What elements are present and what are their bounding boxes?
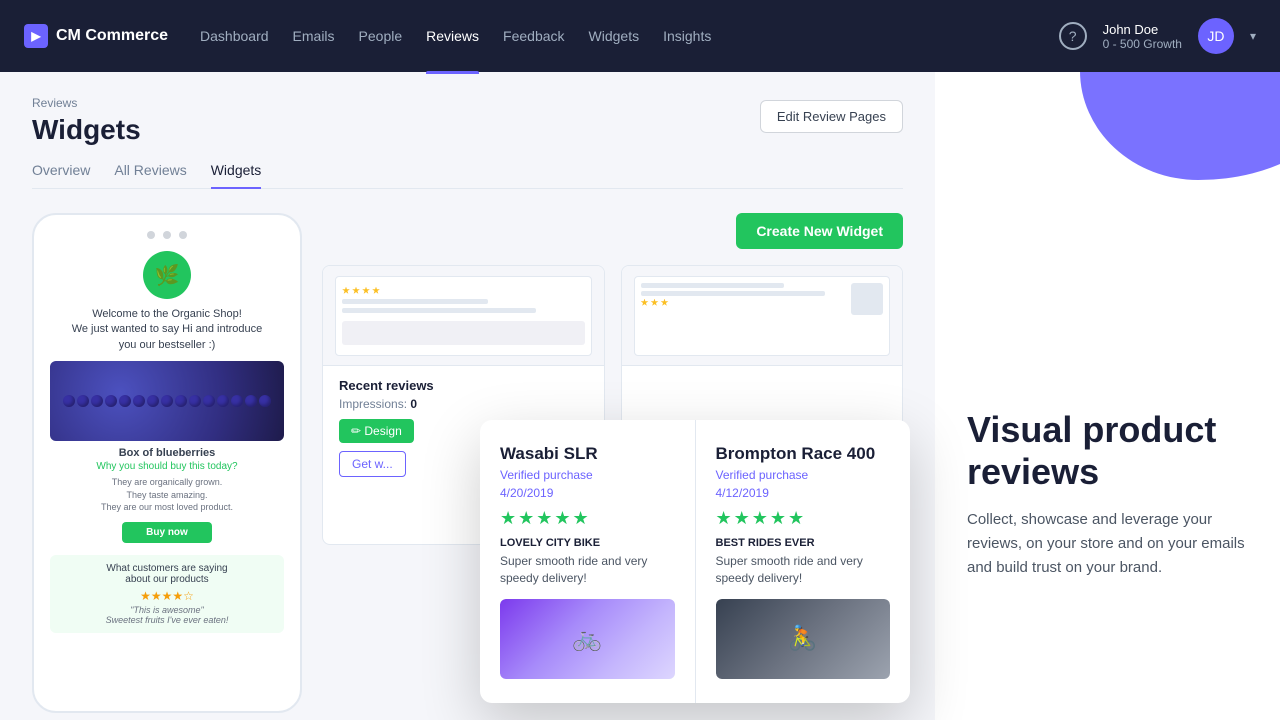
popup-card-2: Brompton Race 400 Verified purchase 4/12… [696,420,911,703]
bike-icon-1: 🚲 [572,624,602,653]
popup-review-title-1: LOVELY CITY BIKE [500,537,675,549]
logo-icon: ▶ [24,24,48,48]
avatar[interactable]: JD [1198,18,1234,54]
preview-image-placeholder [342,321,585,345]
phone-reviews-title: What customers are saying about our prod… [58,563,276,585]
create-new-widget-button[interactable]: Create New Widget [736,213,903,249]
branding-area: Visual product reviews Collect, showcase… [935,0,1280,720]
popup-image-2: 🚴 [716,599,891,679]
blueberry-background [50,361,284,441]
main-content: Reviews Widgets Edit Review Pages Overvi… [0,72,935,720]
nav-feedback[interactable]: Feedback [503,24,564,48]
popup-review-text-2: Super smooth ride and very speedy delive… [716,553,891,587]
popup-stars-2: ★★★★★ [716,508,891,529]
bike-icon-2: 🚴 [788,624,818,653]
nav-dashboard[interactable]: Dashboard [200,24,269,48]
popup-verified-2: Verified purchase [716,468,891,482]
nav-links: Dashboard Emails People Reviews Feedback… [200,24,1027,48]
popup-date-1: 4/20/2019 [500,486,675,500]
shop-welcome: Welcome to the Organic Shop!We just want… [50,307,284,353]
popup-product-2-title: Brompton Race 400 [716,444,891,464]
popup-product-1-title: Wasabi SLR [500,444,675,464]
nav-right: ? John Doe 0 - 500 Growth JD ▾ [1059,18,1256,54]
product-reason: Why you should buy this today? [50,461,284,472]
design-button-1[interactable]: ✏ Design [339,419,414,443]
navbar: ▶ CM Commerce Dashboard Emails People Re… [0,0,1280,72]
phone-review-sub: Sweetest fruits I've ever eaten! [58,615,276,625]
phone-dot-3 [179,231,187,239]
popup-image-1-bg: 🚲 [500,599,675,679]
phone-stars: ★★★★☆ [58,589,276,603]
nav-people[interactable]: People [359,24,403,48]
user-info: John Doe 0 - 500 Growth [1103,22,1182,51]
widget-preview-1 [335,276,592,356]
tab-overview[interactable]: Overview [32,162,90,188]
preview-line-4 [641,291,825,296]
phone-dot-2 [163,231,171,239]
dropdown-icon[interactable]: ▾ [1250,29,1256,43]
buy-now-button[interactable]: Buy now [122,522,212,543]
widget-card-1-title: Recent reviews [339,378,588,393]
user-name: John Doe [1103,22,1182,37]
preview-star-3 [362,287,370,295]
popup-image-2-bg: 🚴 [716,599,891,679]
popup-date-2: 4/12/2019 [716,486,891,500]
tab-all-reviews[interactable]: All Reviews [114,162,186,188]
nav-insights[interactable]: Insights [663,24,711,48]
preview-stars-2 [641,299,846,307]
product-name: Box of blueberries [50,447,284,459]
preview-line-3 [641,283,784,288]
widget-preview-2 [634,276,891,356]
preview-star-2 [352,287,360,295]
widget-card-1-header [323,266,604,366]
widget-card-1-impressions: Impressions: 0 [339,397,588,411]
popup-verified-1: Verified purchase [500,468,675,482]
logo: ▶ CM Commerce [24,24,168,48]
help-icon[interactable]: ? [1059,22,1087,50]
preview-line-2 [342,308,536,313]
phone-mockup: 🌿 Welcome to the Organic Shop!We just wa… [32,213,302,713]
preview-thumb [851,283,883,315]
logo-text: CM Commerce [56,27,168,45]
nav-reviews[interactable]: Reviews [426,24,479,48]
phone-review-quote: "This is awesome" [58,605,276,615]
review-overlay-popup: Wasabi SLR Verified purchase 4/20/2019 ★… [480,420,910,703]
phone-dot-1 [147,231,155,239]
product-desc: They are organically grown. They taste a… [50,476,284,514]
tabs: Overview All Reviews Widgets [32,162,903,189]
popup-stars-1: ★★★★★ [500,508,675,529]
widget-card-1-count: 0 [410,397,417,411]
get-widget-button-1[interactable]: Get w... [339,451,406,477]
main-layout: Reviews Widgets Edit Review Pages Overvi… [0,72,1280,720]
nav-widgets[interactable]: Widgets [589,24,640,48]
branding-description: Collect, showcase and leverage your revi… [967,508,1248,580]
widget-card-2-header [622,266,903,366]
phone-reviews-section: What customers are saying about our prod… [50,555,284,633]
preview-star-4 [372,287,380,295]
preview-stars [342,287,585,295]
popup-review-title-2: BEST RIDES EVER [716,537,891,549]
user-plan: 0 - 500 Growth [1103,37,1182,51]
branding-content: Visual product reviews Collect, showcase… [967,409,1248,580]
tab-widgets[interactable]: Widgets [211,162,262,188]
popup-image-1: 🚲 [500,599,675,679]
phone-content: 🌿 Welcome to the Organic Shop!We just wa… [50,251,284,633]
preview-star-1 [342,287,350,295]
shop-logo: 🌿 [143,251,191,299]
popup-card-1: Wasabi SLR Verified purchase 4/20/2019 ★… [480,420,696,703]
popup-review-text-1: Super smooth ride and very speedy delive… [500,553,675,587]
nav-emails[interactable]: Emails [293,24,335,48]
branding-title: Visual product reviews [967,409,1248,492]
edit-review-pages-button[interactable]: Edit Review Pages [760,100,903,133]
preview-line-1 [342,299,488,304]
phone-status-bar [50,231,284,239]
product-image [50,361,284,441]
